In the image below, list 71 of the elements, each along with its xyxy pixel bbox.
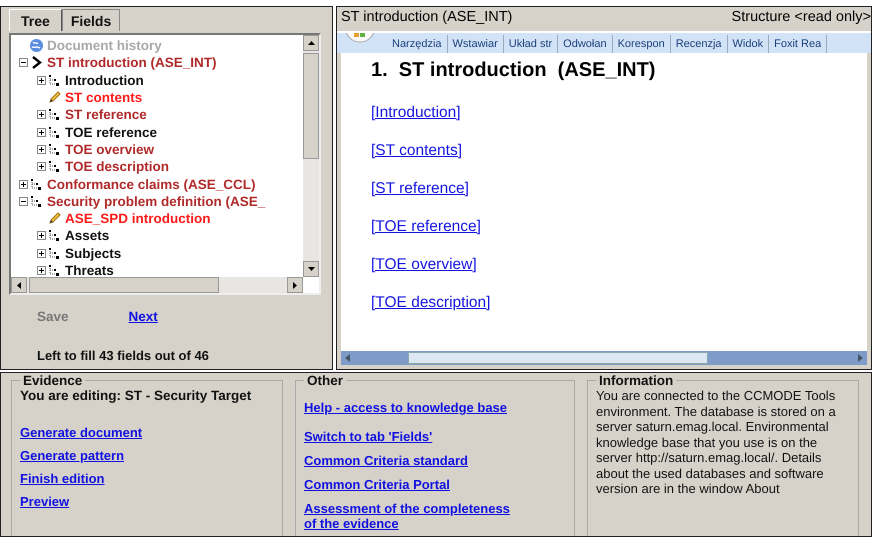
pencil-icon <box>47 90 62 106</box>
scroll-right-icon[interactable] <box>293 282 297 288</box>
hierarchy-icon <box>47 142 62 157</box>
expander-icon[interactable] <box>19 196 28 206</box>
hierarchy-icon <box>47 107 62 122</box>
tree-item[interactable]: Subjects <box>65 246 122 261</box>
globe-icon <box>29 38 44 54</box>
panel-tab[interactable]: Tree <box>9 9 62 31</box>
group-title: Information <box>598 373 674 388</box>
expander-icon[interactable] <box>37 162 46 172</box>
expander-icon[interactable] <box>19 58 28 68</box>
hierarchy-icon <box>47 72 62 88</box>
group-title: Other <box>306 373 344 388</box>
hierarchy-icon <box>47 159 62 174</box>
hierarchy-icon <box>47 228 62 244</box>
help-link[interactable]: Help - access to knowledge base <box>304 400 508 415</box>
hierarchy-icon <box>47 246 62 261</box>
tree-item[interactable]: ST introduction (ASE_INT) <box>47 55 216 70</box>
expander-icon[interactable] <box>37 128 46 137</box>
expander-icon[interactable] <box>19 180 28 189</box>
mode-label: Structure <read only> <box>732 9 871 27</box>
expander-icon[interactable] <box>37 231 46 240</box>
hierarchy-icon <box>29 194 44 209</box>
information-text: You are connected to the CCMODE Tools environment. The database is stored on a server saturn.emag.local. Environmental knowledge base that you use is on the server http://saturn.emag.local/. Details about the used databases and software version are in the window About <box>596 388 837 496</box>
help-link[interactable]: Common Criteria Portal <box>304 477 450 492</box>
action-link[interactable]: Finish edition <box>20 471 104 486</box>
scroll-down-icon[interactable] <box>308 267 314 271</box>
help-link[interactable]: Switch to tab 'Fields' <box>304 429 432 444</box>
tree-item[interactable]: TOE description <box>65 159 170 174</box>
next-link[interactable]: Next <box>128 309 158 324</box>
hierarchy-icon <box>47 124 62 140</box>
action-link[interactable]: Preview <box>20 494 70 509</box>
section-link[interactable]: [TOE overview] <box>371 256 477 274</box>
tree-item[interactable]: Threats <box>65 263 114 278</box>
fill-status: Left to fill 43 fields out of 46 <box>36 347 210 363</box>
expander-icon[interactable] <box>37 248 46 258</box>
document-heading: 1. ST introduction (ASE_INT) <box>371 59 656 82</box>
help-link[interactable]: Assessment of the completeness of the evidence <box>304 501 516 531</box>
action-link[interactable]: Generate document <box>20 425 142 440</box>
group-title: Evidence <box>22 373 84 388</box>
office-button-icon[interactable] <box>345 33 375 43</box>
section-link[interactable]: [TOE description] <box>371 294 490 312</box>
section-link[interactable]: [ST contents] <box>371 142 462 160</box>
hierarchy-icon <box>29 176 44 192</box>
expander-icon[interactable] <box>37 76 46 85</box>
document-title: ST introduction (ASE_INT) <box>341 9 512 27</box>
tree-item[interactable]: TOE reference <box>65 124 158 140</box>
expander-icon[interactable] <box>37 266 46 275</box>
tree-item[interactable]: ASE_SPD introduction <box>65 211 211 226</box>
tree-item[interactable]: Conformance claims (ASE_CCL) <box>47 176 256 192</box>
section-link[interactable]: [Introduction] <box>371 104 461 122</box>
scroll-left-icon[interactable] <box>17 282 21 288</box>
expander-icon[interactable] <box>37 110 46 120</box>
tree-item[interactable]: Introduction <box>65 72 144 88</box>
tree-item[interactable]: ST reference <box>65 107 147 122</box>
pencil-icon <box>47 211 62 226</box>
hierarchy-icon <box>47 263 62 278</box>
section-link[interactable]: [TOE reference] <box>371 218 481 236</box>
tree-item[interactable]: Security problem definition (ASE_ <box>47 194 266 209</box>
scroll-up-icon[interactable] <box>308 41 314 45</box>
scrollbar[interactable] <box>303 35 319 277</box>
panel-tab[interactable]: Fields <box>62 9 120 31</box>
scrollbar[interactable] <box>11 277 303 293</box>
section-link[interactable]: [ST reference] <box>371 180 469 198</box>
tree-item[interactable]: TOE overview <box>65 142 154 157</box>
tree-item[interactable]: ST contents <box>65 90 142 106</box>
editing-label: You are editing: ST - Security Target <box>20 388 252 403</box>
help-link[interactable]: Common Criteria standard <box>304 453 468 468</box>
tree-item[interactable]: Assets <box>65 228 110 244</box>
action-link[interactable]: Generate pattern <box>20 448 124 463</box>
expander-icon[interactable] <box>37 144 46 154</box>
